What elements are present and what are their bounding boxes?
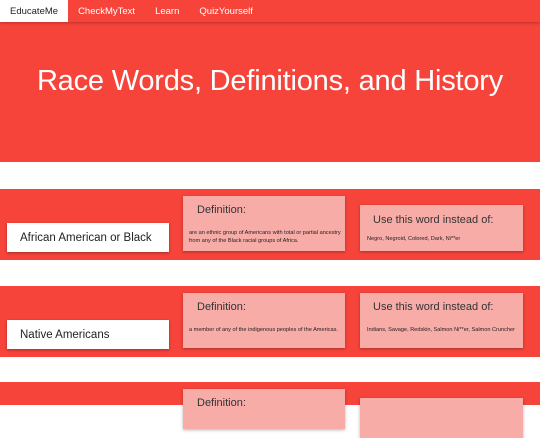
definition-heading: Definition: <box>197 204 246 216</box>
alternatives-card: Use this word instead of: Negro, Negroid… <box>360 205 523 251</box>
definition-text: are an ethnic group of Americans with to… <box>189 230 341 245</box>
definition-heading: Definition: <box>197 301 246 313</box>
definition-heading: Definition: <box>197 397 246 409</box>
definition-card: Definition: a member of any of the indig… <box>183 293 345 348</box>
alternatives-text: Indians, Savage, Redskin, Salmon Ni**er,… <box>367 327 515 333</box>
alternatives-card: Use this word instead of: Indians, Savag… <box>360 293 523 348</box>
nav-item-quizyourself[interactable]: QuizYourself <box>189 0 263 22</box>
definition-card: Definition: are an ethnic group of Ameri… <box>183 196 345 251</box>
hero-banner: Race Words, Definitions, and History <box>0 22 540 162</box>
word-section-native-americans: Native Americans Definition: a member of… <box>0 286 540 357</box>
nav-item-learn[interactable]: Learn <box>145 0 189 22</box>
term-label: African American or Black <box>7 223 169 252</box>
alternatives-text: Negro, Negroid, Colored, Dark, Ni**er <box>367 236 461 242</box>
term-label: Native Americans <box>7 320 169 349</box>
word-section-third: Definition: <box>0 382 540 438</box>
word-section-african-american: African American or Black Definition: ar… <box>0 189 540 260</box>
alternatives-card <box>360 398 523 438</box>
nav-item-checkmytext[interactable]: CheckMyText <box>68 0 145 22</box>
page-title: Race Words, Definitions, and History <box>36 64 504 97</box>
definition-card: Definition: <box>183 389 345 429</box>
top-navbar: EducateMe CheckMyText Learn QuizYourself <box>0 0 540 22</box>
alternatives-heading: Use this word instead of: <box>373 214 494 226</box>
nav-item-educateme[interactable]: EducateMe <box>0 0 69 22</box>
definition-text: a member of any of the indigenous people… <box>189 327 338 333</box>
alternatives-heading: Use this word instead of: <box>373 301 494 313</box>
